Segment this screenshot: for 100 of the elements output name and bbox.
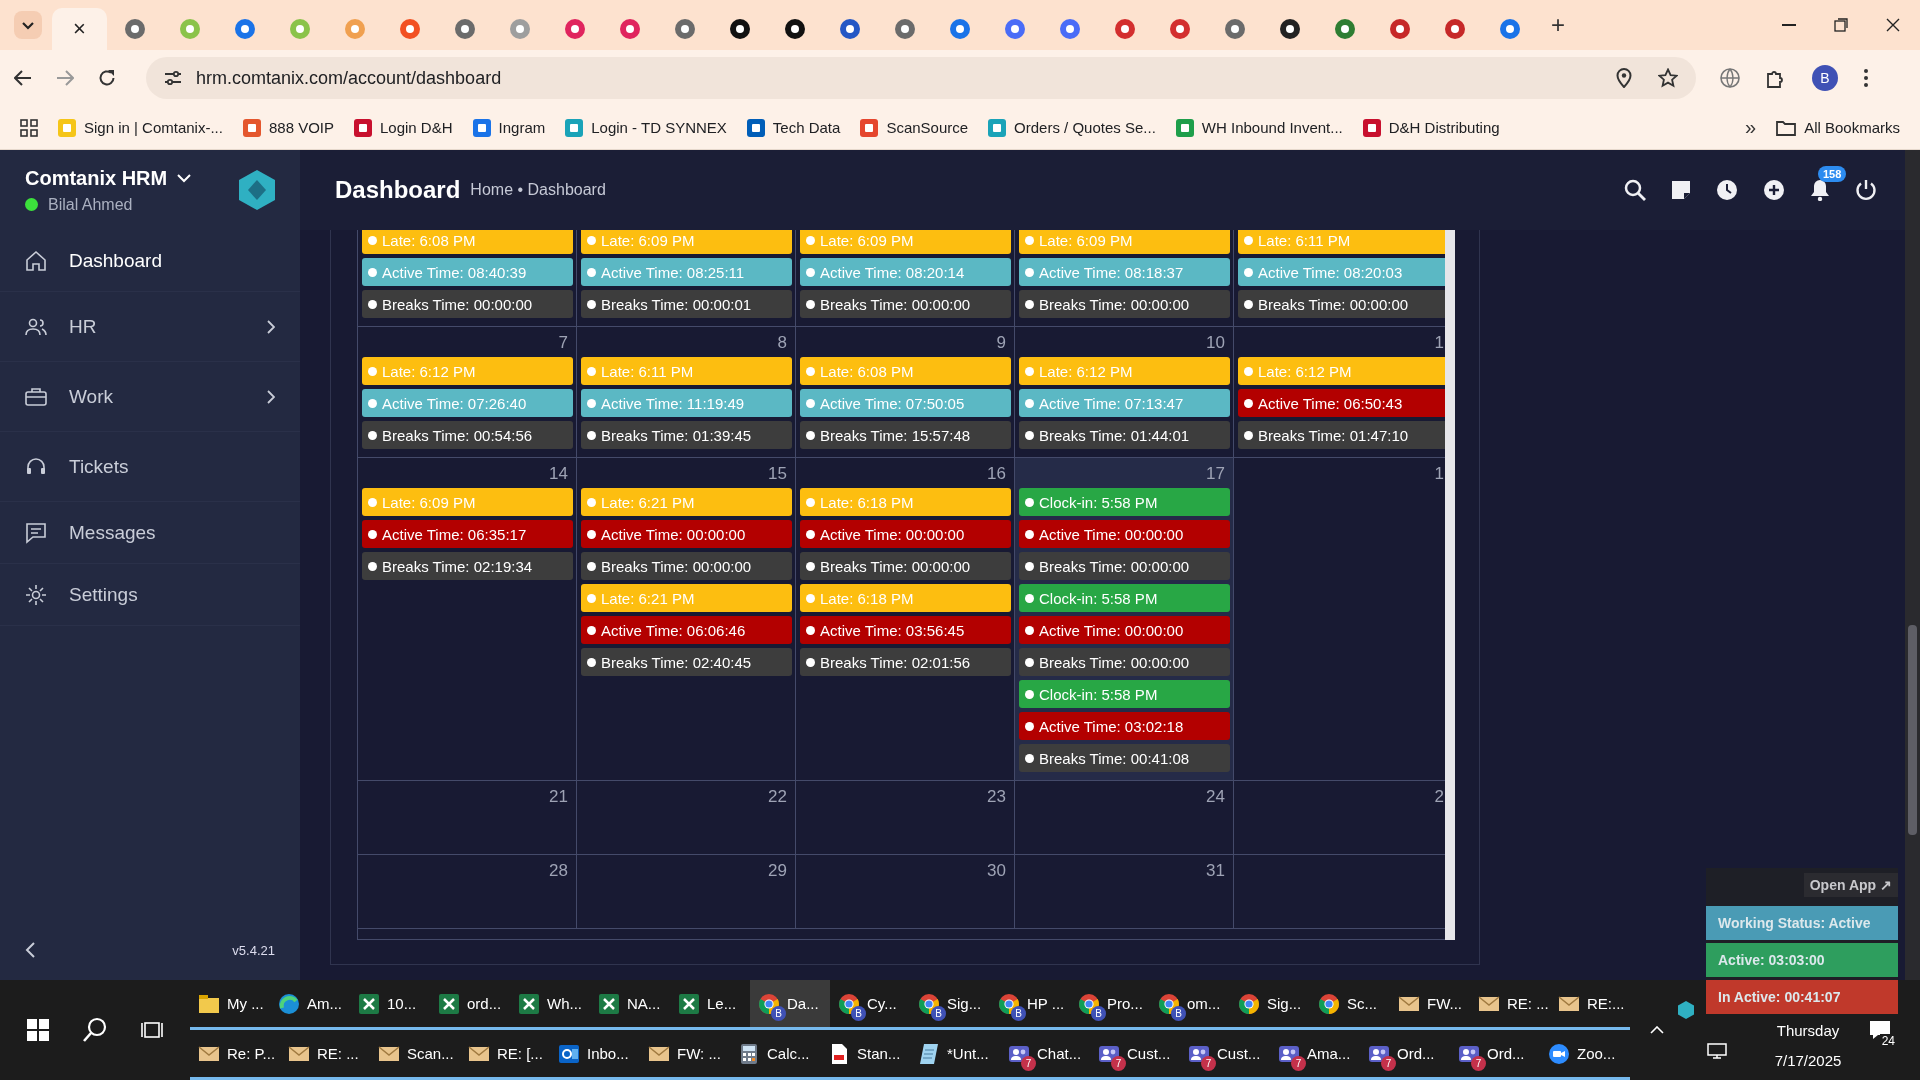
calendar-cell[interactable]: Late: 6:11 PM Active Time: 08:20:03 Breaks Time: 00:00:00 bbox=[1234, 230, 1445, 326]
calendar-event[interactable]: Breaks Time: 00:00:00 bbox=[800, 552, 1011, 580]
calendar-event[interactable]: Breaks Time: 00:41:08 bbox=[1019, 744, 1230, 772]
calendar-event[interactable]: Breaks Time: 00:00:00 bbox=[581, 552, 792, 580]
calendar-cell[interactable]: 16 Late: 6:18 PM Active Time: 00:00:00 Breaks Time: 00:00:00 Late: 6:18 PM Active Time: 03:56:45 Breaks Time: 02:01:56 bbox=[796, 458, 1015, 780]
calendar-cell[interactable]: 21 bbox=[358, 781, 577, 854]
taskbar-button[interactable]: Stan... bbox=[820, 1030, 910, 1080]
notification-bell-icon[interactable] bbox=[1810, 179, 1830, 201]
calendar-cell[interactable]: 7 Late: 6:12 PM Active Time: 07:26:40 Breaks Time: 00:54:56 bbox=[358, 327, 577, 457]
add-icon[interactable] bbox=[1763, 179, 1785, 201]
calendar-event[interactable]: Active Time: 00:00:00 bbox=[1019, 616, 1230, 644]
apps-grid-icon[interactable] bbox=[20, 118, 38, 137]
task-view-icon[interactable] bbox=[141, 1019, 164, 1041]
calendar-event[interactable]: Breaks Time: 01:47:10 bbox=[1238, 421, 1445, 449]
calendar-cell[interactable]: 24 bbox=[1015, 781, 1234, 854]
all-bookmarks-button[interactable]: All Bookmarks bbox=[1776, 119, 1900, 136]
calendar-event[interactable]: Active Time: 00:00:00 bbox=[800, 520, 1011, 548]
site-info-icon[interactable] bbox=[164, 70, 182, 86]
calendar-event[interactable]: Active Time: 06:50:43 bbox=[1238, 389, 1445, 417]
chevron-up-icon[interactable] bbox=[1650, 1026, 1664, 1034]
monitor-icon[interactable] bbox=[1707, 1043, 1727, 1059]
calendar-event[interactable]: Breaks Time: 02:40:45 bbox=[581, 648, 792, 676]
collapse-icon[interactable] bbox=[25, 942, 35, 958]
extensions-icon[interactable] bbox=[1766, 68, 1786, 88]
calendar-cell[interactable]: 30 bbox=[796, 855, 1015, 928]
calendar-event[interactable]: Breaks Time: 01:39:45 bbox=[581, 421, 792, 449]
calendar-event[interactable]: Active Time: 00:00:00 bbox=[1019, 520, 1230, 548]
calendar-cell[interactable]: 9 Late: 6:08 PM Active Time: 07:50:05 Breaks Time: 15:57:48 bbox=[796, 327, 1015, 457]
bookmark[interactable]: 888 VOIP bbox=[242, 118, 334, 137]
taskbar-button[interactable]: B Da... bbox=[750, 980, 830, 1030]
calendar-cell[interactable]: 31 bbox=[1015, 855, 1234, 928]
bookmark[interactable]: Ingram bbox=[472, 118, 546, 137]
calendar-cell[interactable]: 15 Late: 6:21 PM Active Time: 00:00:00 Breaks Time: 00:00:00 Late: 6:21 PM Active Time: 06:06:46 Breaks Time: 02:40:45 bbox=[577, 458, 796, 780]
nav-item[interactable]: Dashboard bbox=[0, 230, 300, 292]
taskbar-button[interactable]: B om... bbox=[1150, 980, 1230, 1030]
close-icon[interactable] bbox=[1886, 18, 1900, 32]
nav-item[interactable]: Messages bbox=[0, 502, 300, 564]
taskbar-button[interactable]: My ... bbox=[190, 980, 270, 1030]
taskbar-button[interactable]: B Sig... bbox=[910, 980, 990, 1030]
taskbar-button[interactable]: 7 Cust... bbox=[1180, 1030, 1270, 1080]
bookmark[interactable]: Sign in | Comtanix-... bbox=[58, 118, 223, 137]
taskbar-button[interactable]: RE: ... bbox=[1470, 980, 1550, 1030]
taskbar-button[interactable]: RE: ... bbox=[280, 1030, 370, 1080]
nav-item[interactable]: Settings bbox=[0, 564, 300, 626]
calendar-event[interactable]: Active Time: 06:35:17 bbox=[362, 520, 573, 548]
bookmark[interactable]: Login - TD SYNNEX bbox=[565, 118, 727, 137]
power-icon[interactable] bbox=[1855, 179, 1877, 201]
calendar-event[interactable]: Active Time: 03:56:45 bbox=[800, 616, 1011, 644]
globe-icon[interactable] bbox=[1720, 68, 1740, 88]
calendar-event[interactable]: Breaks Time: 15:57:48 bbox=[800, 421, 1011, 449]
taskbar-button[interactable]: Am... bbox=[270, 980, 350, 1030]
back-icon[interactable] bbox=[14, 70, 32, 86]
taskbar-button[interactable]: ord... bbox=[430, 980, 510, 1030]
taskbar-button[interactable]: 10... bbox=[350, 980, 430, 1030]
tab-search-icon[interactable] bbox=[14, 11, 42, 39]
taskbar-button[interactable]: Sig... bbox=[1230, 980, 1310, 1030]
bookmark[interactable]: D&H Distributing bbox=[1362, 118, 1500, 137]
more-bookmarks-button[interactable]: » bbox=[1745, 116, 1757, 139]
calendar-event[interactable]: Breaks Time: 00:00:00 bbox=[1238, 290, 1445, 318]
taskbar-button[interactable]: Zoo... bbox=[1540, 1030, 1630, 1080]
location-pin-icon[interactable] bbox=[1616, 68, 1632, 88]
search-icon[interactable] bbox=[1624, 179, 1646, 201]
close-tab-button[interactable]: × bbox=[73, 18, 86, 40]
taskbar-button[interactable]: 7 Cust... bbox=[1090, 1030, 1180, 1080]
chevron-down-icon[interactable] bbox=[177, 173, 192, 183]
taskbar-button[interactable]: Inbo... bbox=[550, 1030, 640, 1080]
bookmark[interactable]: Orders / Quotes Se... bbox=[988, 118, 1156, 137]
calendar-cell[interactable]: 28 bbox=[358, 855, 577, 928]
calendar-event[interactable]: Breaks Time: 00:00:00 bbox=[1019, 290, 1230, 318]
taskbar-button[interactable]: FW... bbox=[1390, 980, 1470, 1030]
menu-icon[interactable] bbox=[1864, 69, 1868, 87]
calendar-event[interactable]: Breaks Time: 00:00:00 bbox=[800, 290, 1011, 318]
taskbar-button[interactable]: Sc... bbox=[1310, 980, 1390, 1030]
taskbar-button[interactable]: B Cy... bbox=[830, 980, 910, 1030]
taskbar-button[interactable]: 7 Ama... bbox=[1270, 1030, 1360, 1080]
nav-item[interactable]: HR bbox=[0, 292, 300, 362]
calendar-event[interactable]: Breaks Time: 00:00:00 bbox=[1019, 552, 1230, 580]
scrollbar[interactable] bbox=[1905, 150, 1920, 980]
taskbar-button[interactable]: Re: P... bbox=[190, 1030, 280, 1080]
calendar-cell[interactable]: 23 bbox=[796, 781, 1015, 854]
bookmark[interactable]: Tech Data bbox=[746, 118, 841, 137]
calendar-event[interactable]: Breaks Time: 02:19:34 bbox=[362, 552, 573, 580]
bookmark[interactable]: WH Inbound Invent... bbox=[1175, 118, 1343, 137]
calendar-event[interactable]: Breaks Time: 02:01:56 bbox=[800, 648, 1011, 676]
calendar-event[interactable]: Active Time: 03:02:18 bbox=[1019, 712, 1230, 740]
taskbar-button[interactable]: Wh... bbox=[510, 980, 590, 1030]
calendar-cell[interactable]: Late: 6:09 PM Active Time: 08:20:14 Breaks Time: 00:00:00 bbox=[796, 230, 1015, 326]
calendar-event[interactable]: Breaks Time: 00:00:01 bbox=[581, 290, 792, 318]
taskbar-button[interactable]: 7 Ord... bbox=[1450, 1030, 1540, 1080]
calendar-cell[interactable]: 22 bbox=[577, 781, 796, 854]
calendar-cell[interactable]: 17 Clock-in: 5:58 PM Active Time: 00:00:00 Breaks Time: 00:00:00 Clock-in: 5:58 PM Active Time: 00:00:00 Breaks Time: 00:00:00 Clock-in: 5:58 PM Active Time: 03:02:18 Breaks Time: 00:41:08 bbox=[1015, 458, 1234, 780]
note-icon[interactable] bbox=[1671, 180, 1691, 200]
taskbar-button[interactable]: NA... bbox=[590, 980, 670, 1030]
calendar-cell[interactable]: 29 bbox=[577, 855, 796, 928]
calendar-event[interactable]: Breaks Time: 00:00:00 bbox=[1019, 648, 1230, 676]
taskbar-button[interactable]: Calc... bbox=[730, 1030, 820, 1080]
app-icon[interactable] bbox=[1677, 1001, 1695, 1019]
profile-avatar[interactable]: B bbox=[1812, 65, 1838, 91]
nav-item[interactable]: Tickets bbox=[0, 432, 300, 502]
open-app-button[interactable]: Open App ↗ bbox=[1803, 873, 1898, 897]
